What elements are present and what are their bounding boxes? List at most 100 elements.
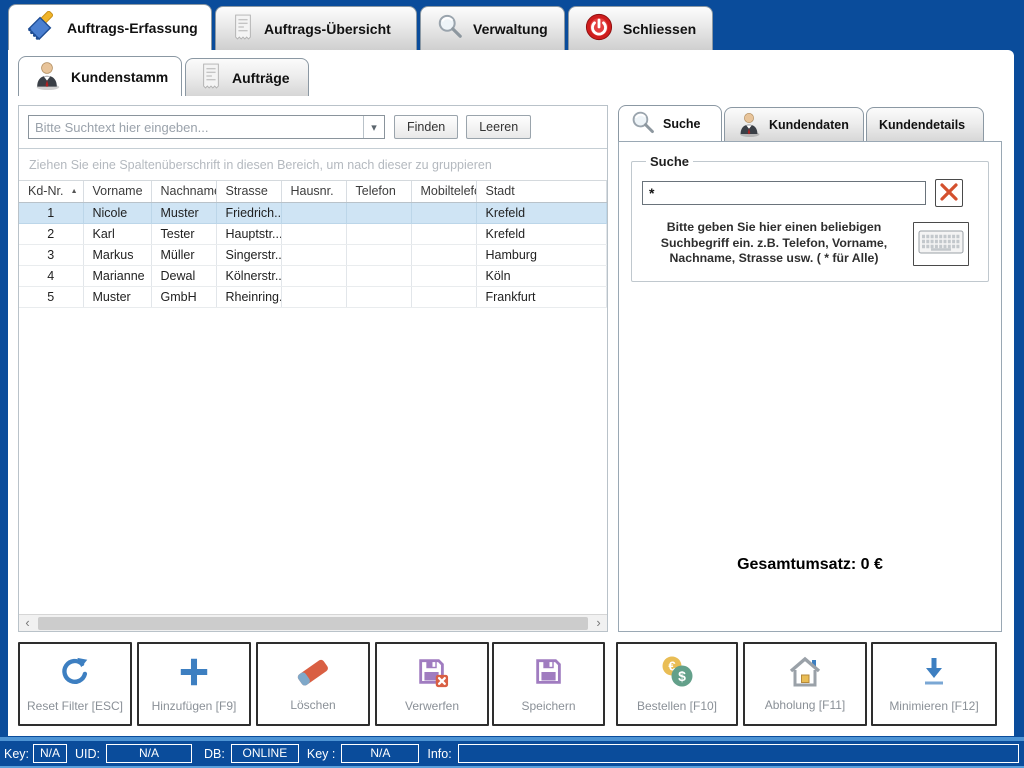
receipt-icon (200, 62, 222, 93)
table-header-row: Kd-Nr.▲VornameNachnameStrasseHausnr.Tele… (19, 181, 607, 202)
sort-asc-icon: ▲ (71, 188, 78, 195)
table-cell: 3 (19, 244, 83, 265)
tab-schliessen[interactable]: Schliessen (568, 6, 713, 50)
order-button[interactable]: € $ Bestellen [F10] (616, 642, 738, 726)
search-detail-panel: Suche Bitte geben Sie hier einen beliebi… (618, 141, 1002, 632)
table-row[interactable]: 2KarlTesterHauptstr....Krefeld (19, 223, 607, 244)
table-cell (411, 223, 476, 244)
keyboard-icon (918, 228, 964, 259)
receipt-icon (232, 13, 254, 44)
status-db-value: ONLINE (231, 744, 299, 763)
save-button[interactable]: Speichern (492, 642, 605, 726)
discard-button[interactable]: Verwerfen (375, 642, 489, 726)
column-header[interactable]: Strasse (216, 181, 281, 202)
reset-filter-button[interactable]: Reset Filter [ESC] (18, 642, 132, 726)
table-cell: Tester (151, 223, 216, 244)
table-cell: Muster (151, 202, 216, 223)
customer-list-panel: ▾ Finden Leeren Ziehen Sie eine Spaltenü… (18, 105, 608, 632)
eraser-icon (293, 656, 333, 691)
table-cell (346, 223, 411, 244)
table-row[interactable]: 3MarkusMüllerSingerstr... Hamburg (19, 244, 607, 265)
sub-tab-bar: Kundenstamm Aufträge (18, 56, 309, 96)
power-icon (585, 13, 613, 44)
tab-suche[interactable]: Suche (618, 105, 722, 142)
column-header[interactable]: Hausnr. (281, 181, 346, 202)
keyboard-button[interactable] (913, 222, 969, 266)
table-row[interactable]: 4MarianneDewalKölnerstr....Köln (19, 265, 607, 286)
main-content: Kundenstamm Aufträge ▾ Finden Leer (8, 50, 1014, 736)
scroll-left-icon[interactable]: ‹ (19, 615, 36, 631)
scroll-right-icon[interactable]: › (590, 615, 607, 631)
search-hint-text: Bitte geben Sie hier einen beliebigen Su… (651, 220, 897, 267)
table-cell: 4 (19, 265, 83, 286)
table-cell (281, 223, 346, 244)
table-cell: GmbH (151, 286, 216, 307)
tab-label: Aufträge (232, 70, 290, 86)
search-input[interactable] (29, 116, 363, 138)
table-cell (281, 202, 346, 223)
scrollbar-thumb[interactable] (38, 617, 588, 630)
table-cell (346, 286, 411, 307)
delete-button[interactable]: Löschen (256, 642, 370, 726)
search-groupbox: Suche Bitte geben Sie hier einen beliebi… (631, 154, 989, 282)
search-term-input[interactable] (642, 181, 926, 205)
tab-auftrags-erfassung[interactable]: Auftrags-Erfassung (8, 4, 212, 50)
table-cell (411, 265, 476, 286)
table-cell: Müller (151, 244, 216, 265)
column-header[interactable]: Kd-Nr.▲ (19, 181, 83, 202)
find-button[interactable]: Finden (394, 115, 458, 139)
tab-verwaltung[interactable]: Verwaltung (420, 6, 565, 50)
table-cell: Singerstr... (216, 244, 281, 265)
add-button[interactable]: Hinzufügen [F9] (137, 642, 251, 726)
tab-auftraege[interactable]: Aufträge (185, 58, 309, 96)
pickup-button[interactable]: Abholung [F11] (743, 642, 867, 726)
plus-icon (177, 655, 211, 692)
table-cell: Krefeld (476, 202, 607, 223)
button-label: Speichern (521, 699, 575, 713)
column-header[interactable]: Mobiltelefon (411, 181, 476, 202)
table-cell: 2 (19, 223, 83, 244)
table-cell (411, 286, 476, 307)
main-tab-bar: Auftrags-Erfassung Auftrags-Übersicht Ve… (8, 6, 713, 50)
search-row: ▾ Finden Leeren (19, 106, 607, 149)
table-cell: Krefeld (476, 223, 607, 244)
table-row[interactable]: 1NicoleMusterFriedrich...Krefeld (19, 202, 607, 223)
button-label: Bestellen [F10] (637, 699, 717, 713)
tab-label: Kundendaten (769, 118, 849, 132)
table-cell: Karl (83, 223, 151, 244)
column-header[interactable]: Stadt (476, 181, 607, 202)
tab-label: Schliessen (623, 21, 696, 37)
minimize-icon (917, 655, 951, 692)
clear-button[interactable]: Leeren (466, 115, 531, 139)
person-icon (737, 111, 761, 140)
status-key-label: Key: (4, 747, 29, 761)
table-cell (411, 202, 476, 223)
table-cell: 5 (19, 286, 83, 307)
chevron-down-icon[interactable]: ▾ (363, 116, 384, 138)
clear-search-button[interactable] (935, 179, 963, 207)
table-row[interactable]: 5MusterGmbHRheinring...Frankfurt (19, 286, 607, 307)
table-cell: Muster (83, 286, 151, 307)
red-x-icon (939, 182, 959, 205)
table-cell (281, 286, 346, 307)
tab-auftrags-uebersicht[interactable]: Auftrags-Übersicht (215, 6, 417, 50)
table-cell (346, 265, 411, 286)
status-uid-value: N/A (106, 744, 192, 763)
horizontal-scrollbar[interactable]: ‹ › (19, 614, 607, 631)
tab-label: Suche (663, 117, 701, 131)
column-header[interactable]: Nachname (151, 181, 216, 202)
button-label: Minimieren [F12] (889, 699, 978, 713)
table-cell: Rheinring... (216, 286, 281, 307)
tab-kundendetails[interactable]: Kundendetails (866, 107, 984, 142)
column-header[interactable]: Telefon (346, 181, 411, 202)
table-cell: Hamburg (476, 244, 607, 265)
tab-label: Kundendetails (879, 118, 965, 132)
tab-kundendaten[interactable]: Kundendaten (724, 107, 864, 142)
tab-kundenstamm[interactable]: Kundenstamm (18, 56, 182, 96)
search-combobox[interactable]: ▾ (28, 115, 385, 139)
group-by-hint: Ziehen Sie eine Spaltenüberschrift in di… (19, 149, 607, 181)
customer-table: Kd-Nr.▲VornameNachnameStrasseHausnr.Tele… (19, 181, 607, 308)
column-header[interactable]: Vorname (83, 181, 151, 202)
minimize-button[interactable]: Minimieren [F12] (871, 642, 997, 726)
table-cell: Markus (83, 244, 151, 265)
